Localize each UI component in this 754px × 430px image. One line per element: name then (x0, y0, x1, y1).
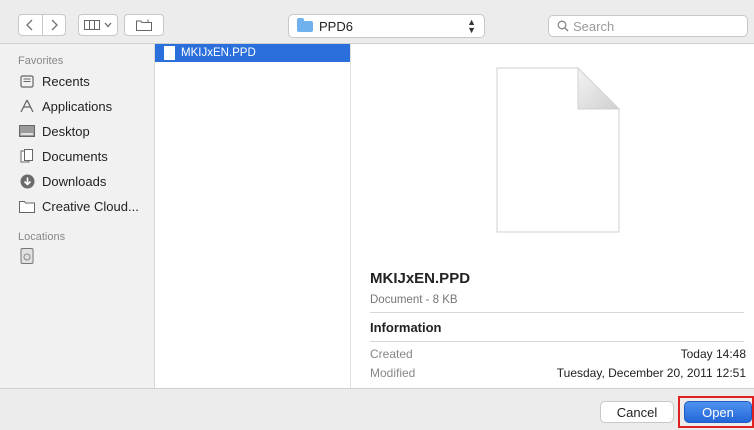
search-icon (557, 20, 569, 32)
modified-label: Modified (370, 366, 416, 380)
desktop-icon (18, 124, 36, 138)
sidebar-item-label: Applications (42, 98, 113, 114)
locations-heading: Locations (18, 231, 66, 243)
sidebar-item-disk[interactable] (18, 246, 42, 266)
forward-button[interactable] (41, 15, 66, 35)
location-label: PPD6 (319, 18, 353, 34)
column-view-icon (84, 20, 100, 30)
chevron-down-icon (104, 22, 112, 28)
cancel-button[interactable]: Cancel (600, 401, 674, 423)
sidebar-item-desktop[interactable]: Desktop (18, 121, 90, 141)
sidebar-item-label: Recents (42, 73, 90, 89)
preview-file-kind: Document - 8 KB (370, 294, 458, 306)
sidebar-item-label: Downloads (42, 173, 107, 189)
information-heading: Information (370, 320, 442, 335)
chevron-right-icon (51, 19, 58, 31)
downloads-icon (18, 174, 36, 188)
button-bar: Cancel Open (0, 388, 754, 430)
sidebar: Favorites Recents Applications Desktop D… (0, 44, 155, 388)
sidebar-item-label: Desktop (42, 123, 90, 139)
folder-icon (18, 199, 36, 213)
created-value: Today 14:48 (680, 347, 746, 361)
file-row-selected[interactable]: MKIJxEN.PPD (155, 44, 350, 62)
updown-arrows-icon: ▲ ▼ (467, 17, 476, 35)
file-column: MKIJxEN.PPD (155, 44, 351, 388)
search-input[interactable] (573, 18, 733, 34)
new-folder-icon (136, 19, 152, 31)
open-file-dialog: PPD6 ▲▼ Favorites Recents Applications (0, 0, 754, 430)
preview-pane: MKIJxEN.PPD Document - 8 KB Information … (352, 44, 754, 388)
folder-icon (297, 17, 313, 32)
sidebar-item-recents[interactable]: Recents (18, 71, 90, 91)
favorites-heading: Favorites (18, 55, 64, 67)
document-icon (164, 46, 175, 60)
back-button[interactable] (19, 15, 42, 35)
sidebar-item-applications[interactable]: Applications (18, 96, 112, 116)
new-folder-button[interactable] (124, 14, 164, 36)
sidebar-item-downloads[interactable]: Downloads (18, 171, 106, 191)
documents-icon (18, 149, 36, 163)
applications-icon (18, 99, 36, 113)
view-mode-button[interactable] (78, 14, 118, 36)
divider (370, 312, 744, 313)
modified-value: Tuesday, December 20, 2011 12:51 (556, 366, 746, 380)
location-popup[interactable]: PPD6 ▲ ▼ (288, 14, 485, 38)
sidebar-item-creative-cloud[interactable]: Creative Cloud... (18, 196, 139, 216)
toolbar: PPD6 ▲ ▼ (0, 0, 754, 44)
chevron-left-icon (26, 19, 33, 31)
created-label: Created (370, 347, 413, 361)
sidebar-item-documents[interactable]: Documents (18, 146, 108, 166)
divider (370, 341, 744, 342)
open-button[interactable]: Open (684, 401, 752, 423)
recents-icon (18, 74, 36, 88)
disk-icon (18, 248, 36, 264)
sidebar-item-label: Documents (42, 148, 108, 164)
file-name: MKIJxEN.PPD (181, 47, 256, 59)
sidebar-item-label: Creative Cloud... (42, 198, 139, 214)
document-preview-icon (496, 67, 620, 233)
search-field[interactable] (548, 15, 748, 37)
nav-buttons (18, 14, 66, 36)
preview-file-name: MKIJxEN.PPD (370, 270, 471, 287)
